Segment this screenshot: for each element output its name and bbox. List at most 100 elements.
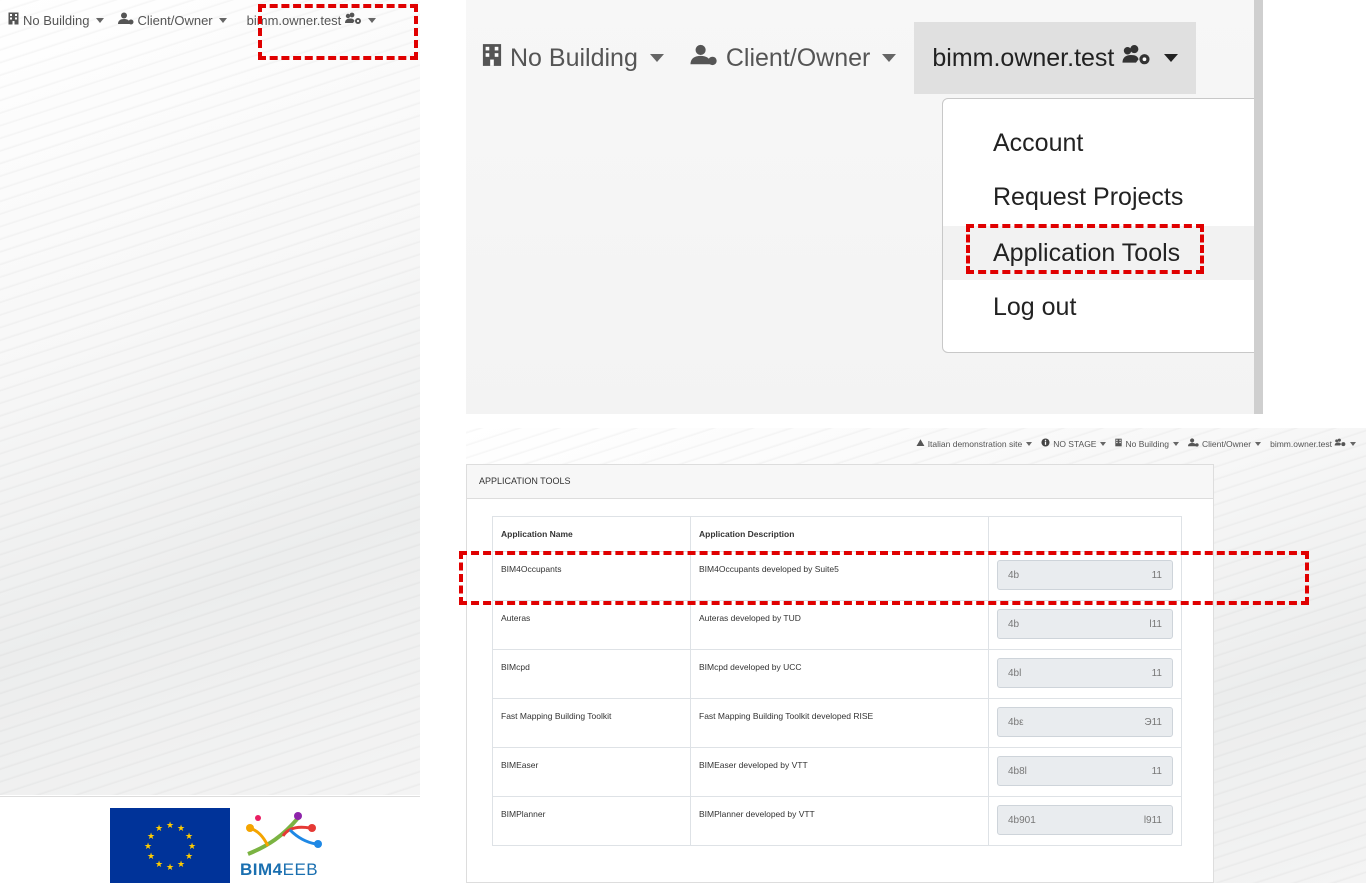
user-tag-icon bbox=[117, 12, 134, 28]
table-header-row: Application Name Application Description bbox=[492, 516, 1182, 552]
key-end: Э11 bbox=[1144, 716, 1162, 728]
menu-item-label: Account bbox=[993, 129, 1084, 157]
building-label: No Building bbox=[1125, 438, 1169, 449]
users-cog-icon bbox=[1334, 438, 1346, 449]
table-row: Fast Mapping Building Toolkit Fast Mappi… bbox=[492, 698, 1182, 748]
card-header: APPLICATION TOOLS bbox=[467, 465, 1213, 499]
role-label: Client/Owner bbox=[1201, 438, 1252, 449]
stage-label: NO STAGE bbox=[1053, 438, 1097, 449]
app-key-field[interactable]: 4bε Э11 bbox=[997, 707, 1173, 737]
building-icon bbox=[1115, 438, 1123, 449]
svg-text:★: ★ bbox=[155, 860, 163, 870]
svg-text:★: ★ bbox=[166, 863, 174, 873]
menu-item-account[interactable]: Account bbox=[943, 117, 1263, 169]
chevron-down-icon bbox=[1350, 441, 1356, 446]
svg-text:★: ★ bbox=[185, 832, 193, 842]
user-label: bimm.owner.test bbox=[1270, 438, 1332, 449]
table-row: Auteras Auteras developed by TUD 4b l11 bbox=[492, 600, 1182, 650]
site-label: Italian demonstration site bbox=[927, 438, 1023, 449]
user-tag-icon bbox=[1187, 438, 1199, 449]
application-tools-card: APPLICATION TOOLS Application Name Appli… bbox=[466, 464, 1214, 883]
bim4eeb-wordmark-sub: EEB bbox=[282, 860, 319, 879]
key-start: 4bε bbox=[1008, 716, 1024, 728]
bim4eeb-tree-graphic bbox=[246, 812, 322, 856]
svg-text:★: ★ bbox=[188, 842, 196, 852]
building-icon bbox=[482, 43, 502, 74]
key-end: 11 bbox=[1151, 765, 1162, 777]
menu-item-log-out[interactable]: Log out bbox=[943, 281, 1263, 333]
users-cog-icon bbox=[1120, 44, 1152, 73]
building-label: No Building bbox=[23, 12, 90, 28]
app-key-field[interactable]: 4bl11 bbox=[997, 658, 1173, 688]
background-pattern bbox=[0, 0, 420, 795]
app-name: Auteras bbox=[492, 600, 691, 650]
key-start: 4b8l bbox=[1008, 765, 1027, 777]
svg-text:★: ★ bbox=[144, 842, 152, 852]
key-end: l911 bbox=[1143, 814, 1162, 826]
app-key-field[interactable]: 4b l11 bbox=[997, 609, 1173, 639]
key-start: 4b bbox=[1008, 618, 1020, 630]
panel-scrollbar-edge bbox=[1254, 0, 1263, 414]
svg-text:★: ★ bbox=[147, 852, 155, 862]
svg-text:★: ★ bbox=[177, 860, 185, 870]
app-key-cell: 4b l11 bbox=[988, 600, 1182, 650]
app-key-cell: 4bε Э11 bbox=[988, 698, 1182, 748]
building-label: No Building bbox=[510, 43, 638, 72]
bim4eeb-wordmark: BIM4EEB bbox=[240, 860, 318, 880]
highlight-box-bim4occupants-row bbox=[459, 551, 1309, 605]
building-icon bbox=[8, 12, 19, 28]
app-key-field[interactable]: 4b8l 11 bbox=[997, 756, 1173, 786]
app-key-cell: 4b901 l911 bbox=[988, 796, 1182, 846]
table-row: BIMEaser BIMEaser developed by VTT 4b8l 1… bbox=[492, 747, 1182, 797]
role-dropdown[interactable]: Client/Owner bbox=[117, 12, 227, 28]
zoom-top-nav: No Building Client/Owner bimm.owner.test bbox=[482, 22, 1197, 94]
app-key-cell: 4b8l 11 bbox=[988, 747, 1182, 797]
key-start: 4b901 bbox=[1008, 814, 1036, 826]
bim4eeb-logo: BIM4EEB bbox=[238, 806, 328, 883]
chevron-down-icon bbox=[1172, 441, 1179, 446]
zoomed-menu-panel: No Building Client/Owner bimm.owner.test… bbox=[466, 0, 1263, 414]
app-name: BIMEaser bbox=[492, 747, 691, 797]
menu-item-label: Log out bbox=[993, 293, 1077, 321]
menu-item-label: Request Projects bbox=[993, 183, 1184, 211]
highlight-box-user-menu bbox=[258, 4, 418, 60]
site-dropdown[interactable]: ⛰ Italian demonstration site bbox=[916, 438, 1033, 449]
svg-text:★: ★ bbox=[177, 824, 185, 834]
column-header-description: Application Description bbox=[690, 516, 989, 552]
chevron-down-icon bbox=[1255, 441, 1262, 446]
chevron-down-icon bbox=[649, 54, 664, 62]
role-dropdown[interactable]: Client/Owner bbox=[690, 44, 897, 73]
svg-text:★: ★ bbox=[155, 824, 163, 834]
menu-item-request-projects[interactable]: Request Projects bbox=[943, 171, 1263, 223]
column-header-name: Application Name bbox=[492, 516, 691, 552]
footer-divider bbox=[0, 796, 420, 797]
app-name: Fast Mapping Building Toolkit bbox=[492, 698, 691, 748]
building-dropdown[interactable]: No Building bbox=[8, 12, 104, 28]
chevron-down-icon bbox=[95, 17, 104, 23]
app-description: Auteras developed by TUD bbox=[690, 600, 989, 650]
user-label: bimm.owner.test bbox=[932, 43, 1115, 72]
user-tag-icon bbox=[690, 44, 718, 73]
role-label: Client/Owner bbox=[725, 43, 871, 72]
svg-text:★: ★ bbox=[147, 832, 155, 842]
eu-flag-logo: ★ ★ ★ ★ ★ ★ ★ ★ ★ ★ ★ ★ bbox=[110, 808, 230, 883]
table-row: BIMcpd BIMcpd developed by UCC 4bl 11 bbox=[492, 649, 1182, 699]
site-icon: ⛰ bbox=[916, 438, 925, 449]
app-key-field[interactable]: 4b901 l911 bbox=[997, 805, 1173, 835]
column-header-key bbox=[988, 516, 1182, 552]
building-dropdown[interactable]: No Building bbox=[1115, 438, 1179, 449]
chevron-down-icon bbox=[882, 54, 897, 62]
app-description: Fast Mapping Building Toolkit developed … bbox=[690, 698, 989, 748]
application-tools-panel: ⛰ Italian demonstration site NO STAGE No… bbox=[466, 428, 1366, 883]
user-dropdown[interactable]: bimm.owner.test bbox=[1270, 438, 1356, 449]
key-end: 11 bbox=[1151, 667, 1162, 679]
app-description: BIMcpd developed by UCC bbox=[690, 649, 989, 699]
building-dropdown[interactable]: No Building bbox=[482, 43, 664, 74]
role-dropdown[interactable]: Client/Owner bbox=[1187, 438, 1262, 449]
chevron-down-icon bbox=[1026, 441, 1033, 446]
chevron-down-icon bbox=[1164, 54, 1179, 62]
user-dropdown-active[interactable]: bimm.owner.test bbox=[914, 22, 1197, 94]
key-end: l11 bbox=[1149, 618, 1162, 630]
svg-text:★: ★ bbox=[166, 821, 174, 831]
stage-dropdown[interactable]: NO STAGE bbox=[1041, 438, 1107, 449]
